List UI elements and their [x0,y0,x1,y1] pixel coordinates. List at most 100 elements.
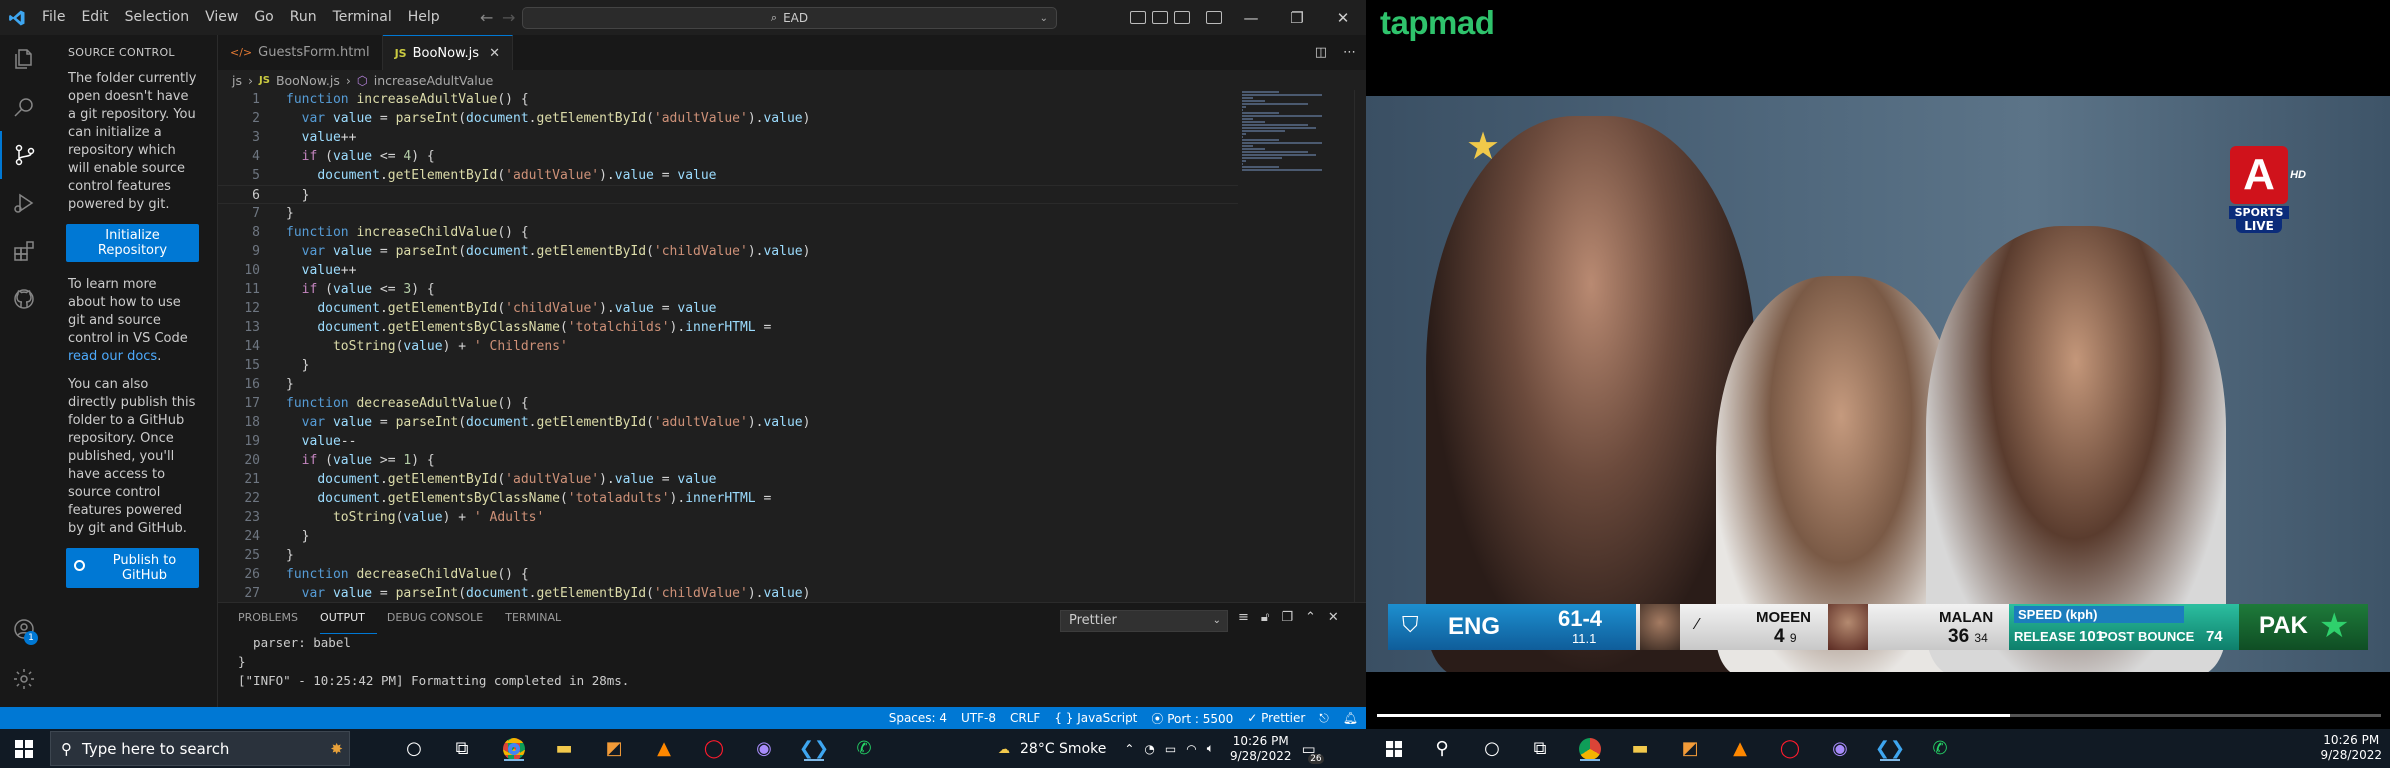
restore-icon[interactable]: ❐ [1274,9,1320,27]
menu-file[interactable]: File [34,0,73,35]
customize-layout-icon[interactable] [1206,11,1222,24]
windows-start-icon[interactable] [1380,735,1408,762]
code-line[interactable]: 9 var value = parseInt(document.getEleme… [218,242,1238,261]
read-docs-link[interactable]: read our docs [68,349,157,364]
explorer-icon[interactable] [0,35,48,83]
status-live-server[interactable]: ⦿ Port : 5500 [1151,710,1233,727]
back-arrow-icon[interactable]: ← [480,8,493,27]
toggle-panel-icon[interactable] [1152,11,1168,24]
menu-help[interactable]: Help [400,0,448,35]
maximize-panel-icon[interactable]: ❐ [1281,610,1293,625]
toggle-secondary-sidebar-icon[interactable] [1174,11,1190,24]
code-line[interactable]: 27 var value = parseInt(document.getElem… [218,584,1238,603]
file-explorer-icon[interactable]: ▬ [1626,735,1654,762]
task-view-icon[interactable]: ⧉ [448,735,476,762]
video-progress-bar[interactable] [1377,714,2381,717]
code-line[interactable]: 13 document.getElementsByClassName('tota… [218,318,1238,337]
chevron-up-icon[interactable]: ⌃ [1124,742,1134,756]
code-line[interactable]: 26 function decreaseChildValue() { [218,565,1238,584]
extensions-icon[interactable] [0,227,48,275]
search-icon[interactable] [0,83,48,131]
source-control-icon[interactable] [0,131,48,179]
minimap[interactable] [1238,90,1348,602]
accounts-icon[interactable]: 1 [0,605,48,653]
code-line[interactable]: 3 value++ [218,128,1238,147]
menu-edit[interactable]: Edit [73,0,116,35]
code-line[interactable]: 7} [218,204,1238,223]
output-channel-select[interactable]: Prettier ⌄ [1060,610,1228,632]
breadcrumb-symbol[interactable]: increaseAdultValue [374,73,494,88]
publish-to-github-button[interactable]: Publish to GitHub [66,548,199,588]
code-line[interactable]: 18 var value = parseInt(document.getElem… [218,413,1238,432]
vlc-icon[interactable]: ▲ [1726,735,1754,762]
command-center-search[interactable]: ⌕ EAD ⌄ [522,7,1057,29]
opera-icon[interactable]: ◯ [700,735,728,762]
tab-output[interactable]: OUTPUT [320,603,377,634]
status-encoding[interactable]: UTF-8 [961,711,996,725]
clock[interactable]: 10:26 PM 9/28/2022 [1230,734,1292,764]
vscode-taskbar-icon[interactable]: ❮❯ [1875,735,1905,762]
settings-gear-icon[interactable] [0,655,48,703]
code-line[interactable]: 8 function increaseChildValue() { [218,223,1238,242]
feedback-icon[interactable]: ⎋ [1319,711,1329,726]
status-eol[interactable]: CRLF [1010,711,1040,725]
whatsapp-icon[interactable]: ✆ [1926,735,1954,762]
browser-icon[interactable]: ◉ [1826,735,1854,762]
split-editor-icon[interactable]: ◫ [1315,45,1327,60]
code-line[interactable]: 20 if (value >= 1) { [218,451,1238,470]
vlc-icon[interactable]: ▲ [650,735,678,762]
clear-output-icon[interactable]: ≡ [1238,610,1249,625]
lock-icon[interactable]: 🔓︎ [1261,610,1269,625]
volume-icon[interactable]: 🔈︎ [1207,741,1214,756]
code-line[interactable]: 16} [218,375,1238,394]
menu-run[interactable]: Run [282,0,325,35]
file-explorer-icon[interactable]: ▬ [550,735,578,762]
code-line[interactable]: 4 if (value <= 4) { [218,147,1238,166]
menu-selection[interactable]: Selection [117,0,198,35]
run-debug-icon[interactable] [0,179,48,227]
code-line[interactable]: 24 } [218,527,1238,546]
tab-debug-console[interactable]: DEBUG CONSOLE [387,603,495,633]
video-player[interactable]: ★ A HD SPORTS LIVE ⛉ ENG 61-4 11.1 ⁄ MOEE… [1366,96,2390,672]
initialize-repository-button[interactable]: Initialize Repository [66,224,199,262]
clock[interactable]: 10:26 PM 9/28/2022 [2320,733,2382,763]
tab-boonow[interactable]: JS BooNow.js ✕ [382,35,513,70]
breadcrumb-folder[interactable]: js [232,73,242,88]
code-line[interactable]: 19 value-- [218,432,1238,451]
code-line[interactable]: 1 function increaseAdultValue() { [218,90,1238,109]
code-editor[interactable]: 1 function increaseAdultValue() {2 var va… [218,90,1238,602]
code-line[interactable]: 17 function decreaseAdultValue() { [218,394,1238,413]
github-icon[interactable] [0,275,48,323]
chrome-icon[interactable] [500,735,528,762]
notifications-bell-icon[interactable]: 🔔︎ [1343,711,1358,725]
status-prettier[interactable]: ✓ Prettier [1247,711,1305,725]
code-line[interactable]: 25} [218,546,1238,565]
tapmad-logo[interactable]: tapmad [1380,4,1495,42]
menu-go[interactable]: Go [246,0,281,35]
code-line[interactable]: 6 } [218,185,1238,204]
close-tab-icon[interactable]: ✕ [489,46,500,61]
menu-terminal[interactable]: Terminal [325,0,400,35]
status-language[interactable]: { } JavaScript [1054,711,1137,725]
browser-icon[interactable]: ◉ [750,735,778,762]
toggle-sidebar-icon[interactable] [1130,11,1146,24]
network-icon[interactable]: ◔ [1144,742,1154,756]
tab-problems[interactable]: PROBLEMS [238,603,310,633]
taskbar-search-input[interactable]: ⚲ Type here to search ✸ [50,731,350,766]
tab-guestsform[interactable]: </> GuestsForm.html [218,35,383,70]
vscode-taskbar-icon[interactable]: ❮❯ [799,735,829,762]
whatsapp-icon[interactable]: ✆ [850,735,878,762]
task-view-icon[interactable]: ⧉ [1526,735,1554,762]
notification-center-icon[interactable]: ▭ 26 [1301,740,1324,764]
minimize-icon[interactable]: — [1228,9,1274,27]
battery-icon[interactable]: ▭ [1165,742,1176,756]
code-line[interactable]: 10 value++ [218,261,1238,280]
chevron-up-icon[interactable]: ⌃ [1305,610,1316,625]
cortana-icon[interactable]: ○ [400,735,428,762]
app-icon[interactable]: ◩ [600,735,628,762]
breadcrumb-file[interactable]: BooNow.js [276,73,340,88]
code-line[interactable]: 5 document.getElementById('adultValue').… [218,166,1238,185]
more-actions-icon[interactable]: ⋯ [1343,45,1356,60]
close-window-icon[interactable]: ✕ [1320,9,1366,27]
tab-terminal[interactable]: TERMINAL [505,603,573,633]
